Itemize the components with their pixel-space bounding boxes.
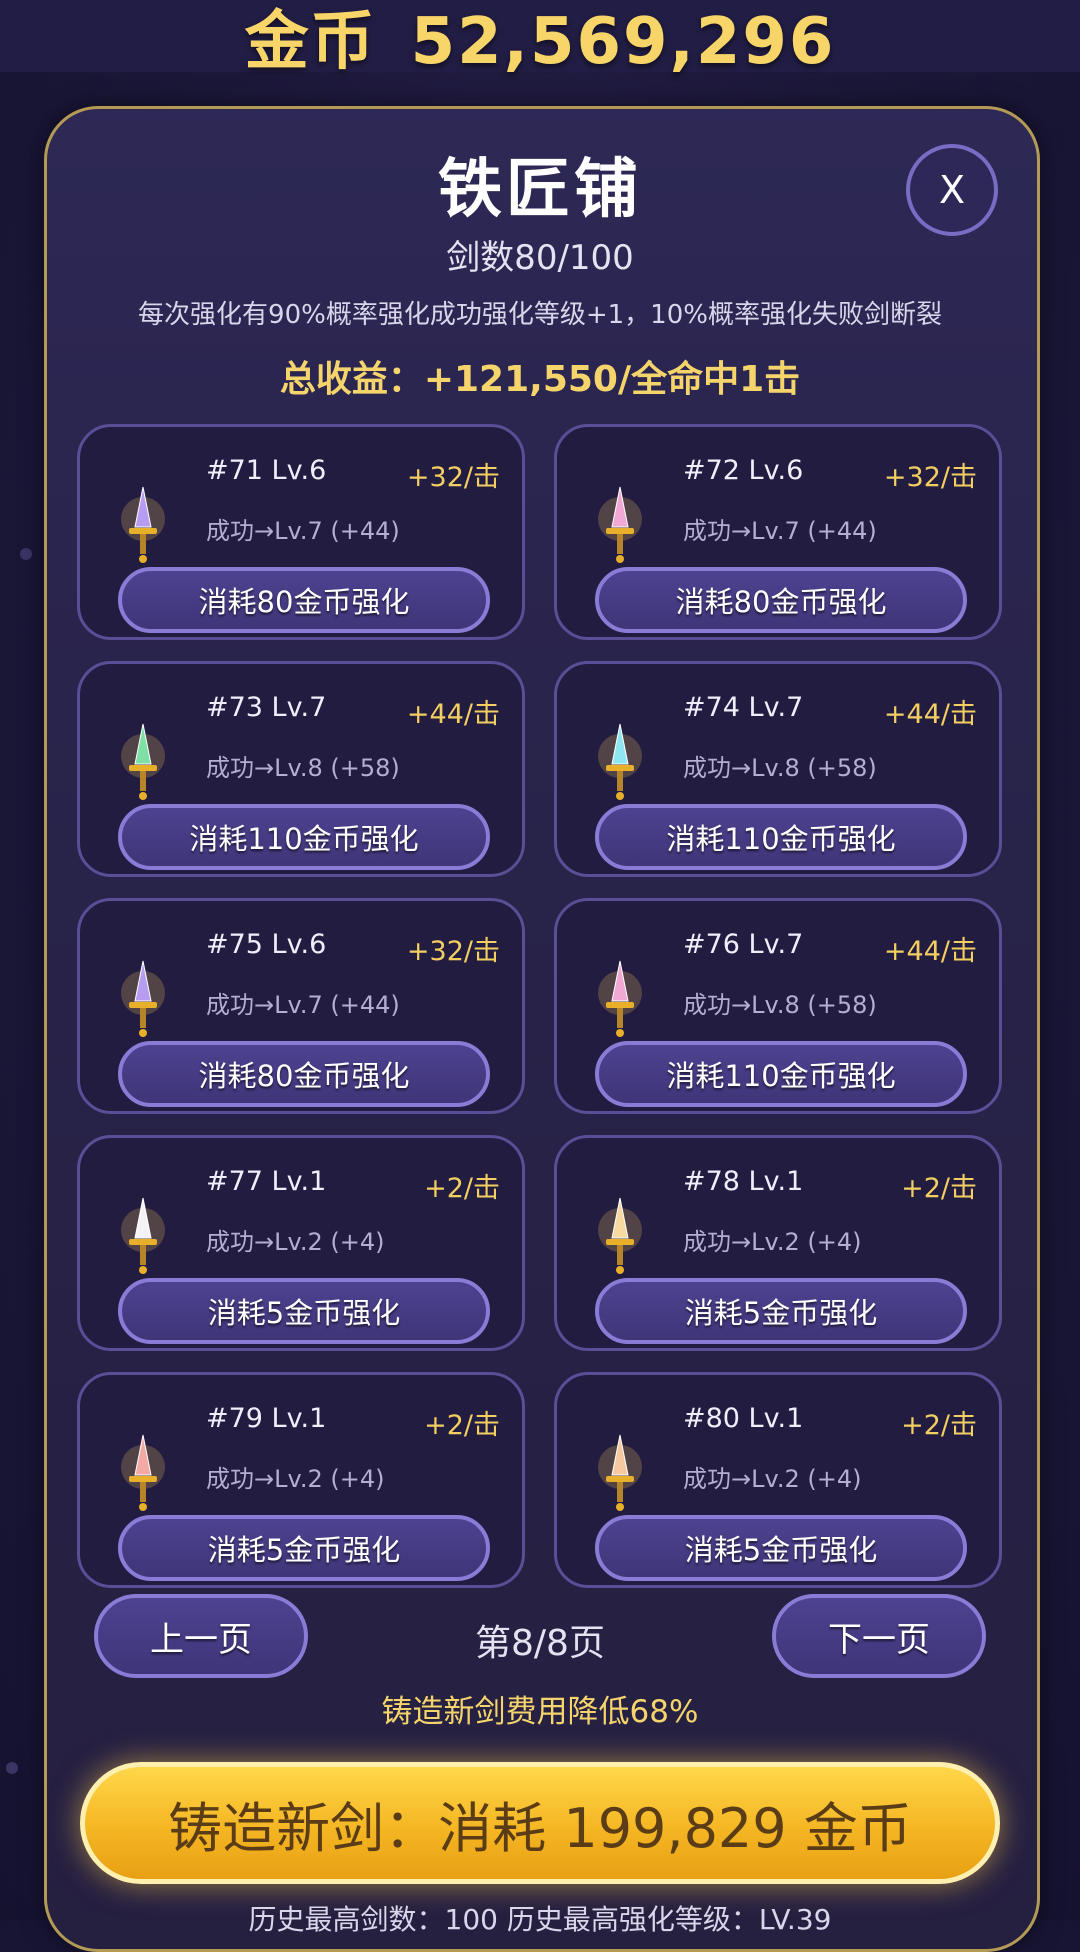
sword-next-level: 成功→Lv.7 (+44)	[206, 517, 400, 545]
sword-id-level: #76 Lv.7	[683, 929, 804, 960]
gold-value: 52,569,296	[410, 5, 836, 79]
sword-next-level: 成功→Lv.2 (+4)	[206, 1465, 385, 1493]
upgrade-button[interactable]: 消耗5金币强化	[118, 1278, 490, 1344]
sword-icon	[598, 723, 642, 800]
total-income: 总收益：+121,550/全命中1击	[279, 359, 801, 400]
sword-icon	[598, 960, 642, 1037]
sword-id-level: #79 Lv.1	[206, 1403, 327, 1434]
next-page-button[interactable]: 下一页	[772, 1594, 986, 1678]
sword-card: #77 Lv.1 +2/击 成功→Lv.2 (+4) 消耗5金币强化	[77, 1135, 525, 1351]
sword-id-level: #75 Lv.6	[206, 929, 327, 960]
sword-icon	[121, 960, 165, 1037]
sword-count: 剑数80/100	[446, 238, 634, 278]
sword-next-level: 成功→Lv.8 (+58)	[206, 754, 400, 782]
forge-new-sword-button[interactable]: 铸造新剑：消耗 199,829 金币	[80, 1762, 1000, 1884]
sword-gain: +44/击	[883, 936, 977, 967]
forge-discount-text: 铸造新剑费用降低68%	[381, 1694, 699, 1730]
background-dot	[6, 1762, 18, 1774]
sword-card: #80 Lv.1 +2/击 成功→Lv.2 (+4) 消耗5金币强化	[554, 1372, 1002, 1588]
sword-gain: +2/击	[424, 1410, 500, 1441]
upgrade-rule-text: 每次强化有90%概率强化成功强化等级+1，10%概率强化失败剑断裂	[138, 300, 942, 330]
sword-gain: +32/击	[406, 936, 500, 967]
sword-icon	[121, 723, 165, 800]
sword-gain: +32/击	[406, 462, 500, 493]
sword-next-level: 成功→Lv.7 (+44)	[206, 991, 400, 1019]
sword-card: #73 Lv.7 +44/击 成功→Lv.8 (+58) 消耗110金币强化	[77, 661, 525, 877]
gold-bar: 金币 52,569,296	[0, 0, 1080, 79]
sword-card: #75 Lv.6 +32/击 成功→Lv.7 (+44) 消耗80金币强化	[77, 898, 525, 1114]
sword-card: #71 Lv.6 +32/击 成功→Lv.7 (+44) 消耗80金币强化	[77, 424, 525, 640]
upgrade-button[interactable]: 消耗80金币强化	[118, 1041, 490, 1107]
background-dot	[20, 548, 32, 560]
sword-card: #74 Lv.7 +44/击 成功→Lv.8 (+58) 消耗110金币强化	[554, 661, 1002, 877]
sword-gain: +44/击	[406, 699, 500, 730]
sword-icon	[598, 1434, 642, 1511]
sword-id-level: #73 Lv.7	[206, 692, 327, 723]
sword-icon	[121, 486, 165, 563]
sword-id-level: #74 Lv.7	[683, 692, 804, 723]
sword-card: #76 Lv.7 +44/击 成功→Lv.8 (+58) 消耗110金币强化	[554, 898, 1002, 1114]
sword-icon	[121, 1434, 165, 1511]
history-record-text: 历史最高剑数：100 历史最高强化等级：LV.39	[248, 1903, 832, 1936]
sword-id-level: #78 Lv.1	[683, 1166, 804, 1197]
sword-gain: +44/击	[883, 699, 977, 730]
sword-card: #72 Lv.6 +32/击 成功→Lv.7 (+44) 消耗80金币强化	[554, 424, 1002, 640]
upgrade-button[interactable]: 消耗5金币强化	[118, 1515, 490, 1581]
sword-gain: +2/击	[901, 1173, 977, 1204]
sword-gain: +2/击	[424, 1173, 500, 1204]
sword-next-level: 成功→Lv.2 (+4)	[683, 1228, 862, 1256]
sword-card: #78 Lv.1 +2/击 成功→Lv.2 (+4) 消耗5金币强化	[554, 1135, 1002, 1351]
sword-id-level: #80 Lv.1	[683, 1403, 804, 1434]
upgrade-button[interactable]: 消耗110金币强化	[595, 1041, 967, 1107]
sword-card: #79 Lv.1 +2/击 成功→Lv.2 (+4) 消耗5金币强化	[77, 1372, 525, 1588]
close-icon: X	[938, 168, 966, 212]
upgrade-button[interactable]: 消耗80金币强化	[595, 567, 967, 633]
upgrade-button[interactable]: 消耗110金币强化	[118, 804, 490, 870]
sword-next-level: 成功→Lv.8 (+58)	[683, 754, 877, 782]
gold-label: 金币	[244, 5, 377, 79]
sword-next-level: 成功→Lv.2 (+4)	[206, 1228, 385, 1256]
upgrade-button[interactable]: 消耗80金币强化	[118, 567, 490, 633]
gold-display: 金币 52,569,296	[245, 0, 836, 82]
sword-next-level: 成功→Lv.2 (+4)	[683, 1465, 862, 1493]
sword-icon	[598, 1197, 642, 1274]
sword-next-level: 成功→Lv.7 (+44)	[683, 517, 877, 545]
close-button[interactable]: X	[906, 144, 998, 236]
sword-next-level: 成功→Lv.8 (+58)	[683, 991, 877, 1019]
upgrade-button[interactable]: 消耗5金币强化	[595, 1278, 967, 1344]
sword-id-level: #71 Lv.6	[206, 455, 327, 486]
sword-icon	[598, 486, 642, 563]
upgrade-button[interactable]: 消耗5金币强化	[595, 1515, 967, 1581]
upgrade-button[interactable]: 消耗110金币强化	[595, 804, 967, 870]
sword-id-level: #77 Lv.1	[206, 1166, 327, 1197]
sword-id-level: #72 Lv.6	[683, 455, 804, 486]
sword-icon	[121, 1197, 165, 1274]
sword-gain: +2/击	[901, 1410, 977, 1441]
sword-gain: +32/击	[883, 462, 977, 493]
